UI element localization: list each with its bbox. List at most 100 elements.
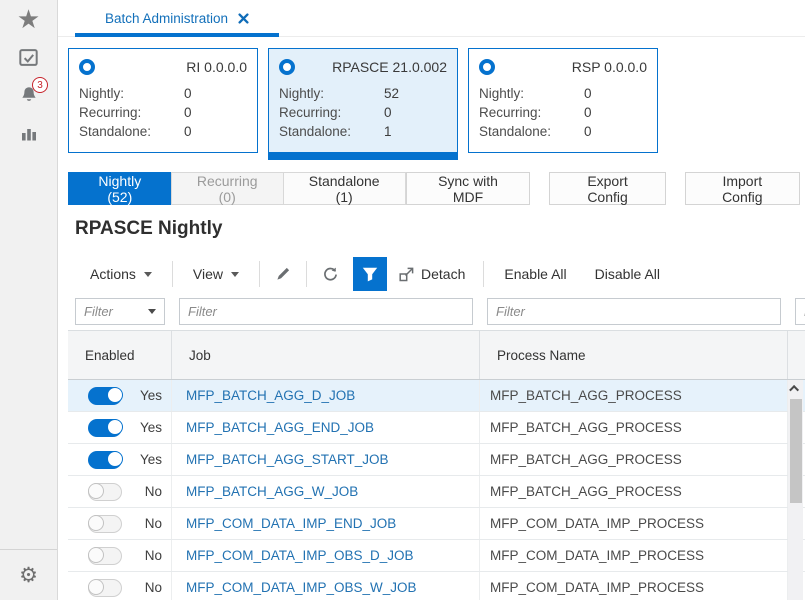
recurring-count: 0 bbox=[184, 105, 192, 120]
process-cell: MFP_BATCH_AGG_PROCESS bbox=[480, 476, 788, 507]
nightly-count: 52 bbox=[384, 86, 400, 101]
column-header-job[interactable]: Job bbox=[172, 331, 480, 379]
reports-bar-chart-icon[interactable] bbox=[0, 114, 57, 152]
recurring-count: 0 bbox=[584, 105, 592, 120]
enabled-cell: Yes bbox=[68, 380, 172, 411]
chevron-down-icon bbox=[231, 271, 240, 277]
extra-filter-input[interactable] bbox=[795, 298, 805, 325]
nightly-count: 0 bbox=[184, 86, 192, 101]
table-row[interactable]: Yes MFP_BATCH_AGG_END_JOB MFP_BATCH_AGG_… bbox=[68, 412, 805, 444]
enabled-toggle[interactable] bbox=[88, 482, 122, 501]
job-cell: MFP_BATCH_AGG_W_JOB bbox=[172, 476, 480, 507]
view-menu-label: View bbox=[192, 266, 224, 282]
table-row[interactable]: No MFP_BATCH_AGG_W_JOB MFP_BATCH_AGG_PRO… bbox=[68, 476, 805, 508]
enabled-label: Yes bbox=[139, 420, 162, 435]
actions-menu[interactable]: Actions bbox=[76, 256, 166, 292]
column-header-process-name[interactable]: Process Name bbox=[480, 331, 788, 379]
enabled-toggle[interactable] bbox=[88, 578, 122, 597]
card-ri[interactable]: RI 0.0.0.0 Nightly: 0 Recurring: 0 Standal… bbox=[68, 48, 258, 153]
tab-recurring[interactable]: Recurring (0) bbox=[170, 172, 284, 205]
actions-menu-label: Actions bbox=[90, 266, 136, 282]
tab-label: Batch Administration bbox=[105, 11, 229, 26]
process-cell: MFP_BATCH_AGG_PROCESS bbox=[480, 412, 788, 443]
standalone-label: Standalone: bbox=[279, 124, 352, 139]
table-row[interactable]: Yes MFP_BATCH_AGG_D_JOB MFP_BATCH_AGG_PR… bbox=[68, 380, 805, 412]
enabled-cell: Yes bbox=[68, 412, 172, 443]
table-toolbar: Actions View Detach Enable All Disable A… bbox=[76, 256, 674, 292]
job-link[interactable]: MFP_COM_DATA_IMP_OBS_W_JOB bbox=[186, 580, 417, 595]
table-row[interactable]: Yes MFP_BATCH_AGG_START_JOB MFP_BATCH_AG… bbox=[68, 444, 805, 476]
table-row[interactable]: No MFP_COM_DATA_IMP_END_JOB MFP_COM_DATA… bbox=[68, 508, 805, 540]
favorites-star-icon[interactable]: ★ bbox=[0, 0, 57, 38]
enabled-toggle[interactable] bbox=[88, 386, 123, 405]
job-link[interactable]: MFP_BATCH_AGG_W_JOB bbox=[186, 484, 358, 499]
filter-cell-job bbox=[172, 294, 480, 330]
card-rpasce[interactable]: RPASCE 21.0.002 Nightly: 52 Recurring: 0 S… bbox=[268, 48, 458, 160]
tasks-calendar-check-icon[interactable] bbox=[0, 38, 57, 76]
detach-label: Detach bbox=[421, 266, 466, 282]
column-header-enabled[interactable]: Enabled bbox=[68, 331, 172, 379]
enabled-toggle[interactable] bbox=[88, 418, 123, 437]
process-name: MFP_BATCH_AGG_PROCESS bbox=[490, 420, 682, 435]
card-title: RSP 0.0.0.0 bbox=[571, 59, 647, 75]
job-link[interactable]: MFP_BATCH_AGG_D_JOB bbox=[186, 388, 355, 403]
settings-gear-icon[interactable]: ⚙ bbox=[0, 556, 57, 594]
page-title: RPASCE Nightly bbox=[75, 218, 223, 239]
job-link[interactable]: MFP_COM_DATA_IMP_OBS_D_JOB bbox=[186, 548, 414, 563]
job-cell: MFP_BATCH_AGG_END_JOB bbox=[172, 412, 480, 443]
table-header: Enabled Job Process Name bbox=[68, 330, 805, 380]
nightly-label: Nightly: bbox=[79, 86, 125, 101]
vertical-scrollbar[interactable] bbox=[788, 380, 803, 600]
notifications-bell-icon[interactable]: 3 bbox=[0, 76, 57, 114]
enabled-cell: No bbox=[68, 572, 172, 600]
tab-close-icon[interactable] bbox=[238, 13, 249, 24]
enabled-toggle[interactable] bbox=[88, 514, 122, 533]
recurring-count: 0 bbox=[384, 105, 392, 120]
process-filter-input[interactable] bbox=[487, 298, 781, 325]
edit-pencil-icon[interactable] bbox=[266, 257, 300, 291]
process-cell: MFP_BATCH_AGG_PROCESS bbox=[480, 444, 788, 475]
scrollbar-thumb[interactable] bbox=[789, 399, 802, 503]
process-cell: MFP_COM_DATA_IMP_PROCESS bbox=[480, 572, 788, 600]
detach-button[interactable]: Detach bbox=[387, 256, 477, 292]
enabled-label: Yes bbox=[139, 452, 162, 467]
sync-with-mdf-button[interactable]: Sync with MDF bbox=[405, 172, 531, 205]
view-menu[interactable]: View bbox=[179, 256, 253, 292]
radio-icon[interactable] bbox=[279, 59, 295, 75]
table-row[interactable]: No MFP_COM_DATA_IMP_OBS_W_JOB MFP_COM_DA… bbox=[68, 572, 805, 600]
enabled-toggle[interactable] bbox=[88, 546, 122, 565]
job-filter-input[interactable] bbox=[179, 298, 473, 325]
tab-standalone[interactable]: Standalone (1) bbox=[282, 172, 406, 205]
scroll-up-arrow-icon[interactable] bbox=[788, 380, 803, 397]
enabled-filter-input[interactable] bbox=[75, 298, 165, 325]
standalone-label: Standalone: bbox=[79, 124, 152, 139]
enable-all-button[interactable]: Enable All bbox=[490, 256, 580, 292]
nightly-label: Nightly: bbox=[279, 86, 325, 101]
process-cell: MFP_COM_DATA_IMP_PROCESS bbox=[480, 508, 788, 539]
filter-icon[interactable] bbox=[353, 257, 388, 291]
toolbar-divider bbox=[171, 261, 173, 287]
job-cell: MFP_BATCH_AGG_D_JOB bbox=[172, 380, 480, 411]
job-link[interactable]: MFP_BATCH_AGG_END_JOB bbox=[186, 420, 374, 435]
enabled-label: No bbox=[144, 548, 162, 563]
filter-row bbox=[68, 294, 805, 330]
radio-icon[interactable] bbox=[79, 59, 95, 75]
disable-all-button[interactable]: Disable All bbox=[581, 256, 674, 292]
export-config-button[interactable]: Export Config bbox=[549, 172, 666, 205]
tab-batch-administration[interactable]: Batch Administration bbox=[75, 0, 280, 37]
job-link[interactable]: MFP_COM_DATA_IMP_END_JOB bbox=[186, 516, 396, 531]
recurring-label: Recurring: bbox=[479, 105, 542, 120]
table-row[interactable]: No MFP_COM_DATA_IMP_OBS_D_JOB MFP_COM_DA… bbox=[68, 540, 805, 572]
standalone-count: 0 bbox=[184, 124, 192, 139]
standalone-count: 1 bbox=[384, 124, 392, 139]
toolbar-divider bbox=[259, 261, 261, 287]
enabled-toggle[interactable] bbox=[88, 450, 123, 469]
job-link[interactable]: MFP_BATCH_AGG_START_JOB bbox=[186, 452, 389, 467]
import-config-button[interactable]: Import Config bbox=[684, 172, 800, 205]
card-rsp[interactable]: RSP 0.0.0.0 Nightly: 0 Recurring: 0 Standa… bbox=[468, 48, 658, 153]
sidebar-divider bbox=[0, 549, 57, 550]
tab-bar: Batch Administration bbox=[58, 0, 805, 37]
refresh-icon[interactable] bbox=[313, 257, 347, 291]
radio-icon[interactable] bbox=[479, 59, 495, 75]
tab-nightly[interactable]: Nightly (52) bbox=[68, 172, 172, 205]
